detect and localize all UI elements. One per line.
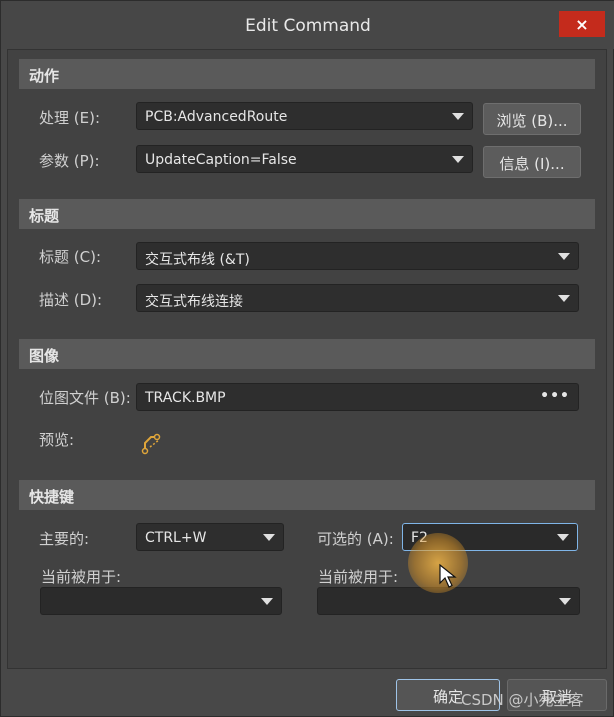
process-value: PCB:AdvancedRoute bbox=[145, 109, 288, 125]
section-title-title: 标题 bbox=[29, 207, 60, 225]
section-header-action: 动作 bbox=[19, 59, 595, 89]
primary-used-by-label: 当前被用于: bbox=[41, 568, 122, 586]
section-title-shortcuts: 快捷键 bbox=[29, 488, 75, 506]
info-button[interactable]: 信息 (I)... bbox=[483, 146, 581, 178]
close-button[interactable]: × bbox=[559, 11, 605, 37]
alternative-shortcut-label: 可选的 (A): bbox=[317, 530, 394, 548]
chevron-down-icon bbox=[558, 295, 570, 302]
chevron-down-icon bbox=[557, 534, 569, 541]
route-track-icon bbox=[141, 433, 161, 455]
chevron-down-icon bbox=[558, 253, 570, 260]
caption-value: 交互式布线 (&T) bbox=[145, 252, 250, 268]
params-label: 参数 (P): bbox=[39, 152, 100, 170]
description-label: 描述 (D): bbox=[39, 291, 103, 309]
caption-label: 标题 (C): bbox=[39, 248, 101, 266]
process-dropdown[interactable]: PCB:AdvancedRoute bbox=[136, 102, 473, 130]
bitmap-label: 位图文件 (B): bbox=[39, 389, 131, 407]
section-header-title: 标题 bbox=[19, 199, 595, 229]
alternative-used-by-label: 当前被用于: bbox=[318, 568, 399, 586]
primary-shortcut-label: 主要的: bbox=[39, 530, 90, 548]
params-dropdown[interactable]: UpdateCaption=False bbox=[136, 145, 473, 173]
primary-shortcut-value: CTRL+W bbox=[145, 530, 207, 546]
dialog-title: Edit Command bbox=[245, 16, 371, 36]
edit-command-dialog: Edit Command × 动作 处理 (E): PCB:AdvancedRo… bbox=[0, 0, 614, 717]
browse-button[interactable]: 浏览 (B)... bbox=[483, 103, 581, 135]
section-title-action: 动作 bbox=[29, 67, 60, 85]
preview-label: 预览: bbox=[39, 431, 75, 449]
alternative-used-by-dropdown[interactable] bbox=[317, 587, 580, 615]
section-title-image: 图像 bbox=[29, 347, 60, 365]
process-label: 处理 (E): bbox=[39, 109, 101, 127]
watermark-text: CSDN @小宛主客 bbox=[461, 691, 584, 709]
primary-shortcut-dropdown[interactable]: CTRL+W bbox=[136, 523, 284, 551]
chevron-down-icon bbox=[263, 534, 275, 541]
description-dropdown[interactable]: 交互式布线连接 bbox=[136, 284, 579, 312]
close-icon: × bbox=[575, 14, 589, 34]
chevron-down-icon bbox=[452, 156, 464, 163]
description-value: 交互式布线连接 bbox=[145, 294, 243, 310]
bitmap-value: TRACK.BMP bbox=[145, 390, 226, 406]
chevron-down-icon bbox=[452, 113, 464, 120]
params-value: UpdateCaption=False bbox=[145, 152, 297, 168]
primary-used-by-dropdown[interactable] bbox=[40, 587, 282, 615]
section-header-image: 图像 bbox=[19, 339, 595, 369]
section-header-shortcuts: 快捷键 bbox=[19, 480, 595, 510]
browse-more-icon[interactable]: ••• bbox=[540, 388, 570, 404]
caption-dropdown[interactable]: 交互式布线 (&T) bbox=[136, 242, 579, 270]
chevron-down-icon bbox=[559, 598, 571, 605]
mouse-pointer-icon bbox=[439, 563, 457, 588]
bitmap-file-field[interactable]: TRACK.BMP ••• bbox=[136, 383, 579, 411]
title-bar: Edit Command × bbox=[1, 1, 614, 49]
chevron-down-icon bbox=[261, 598, 273, 605]
